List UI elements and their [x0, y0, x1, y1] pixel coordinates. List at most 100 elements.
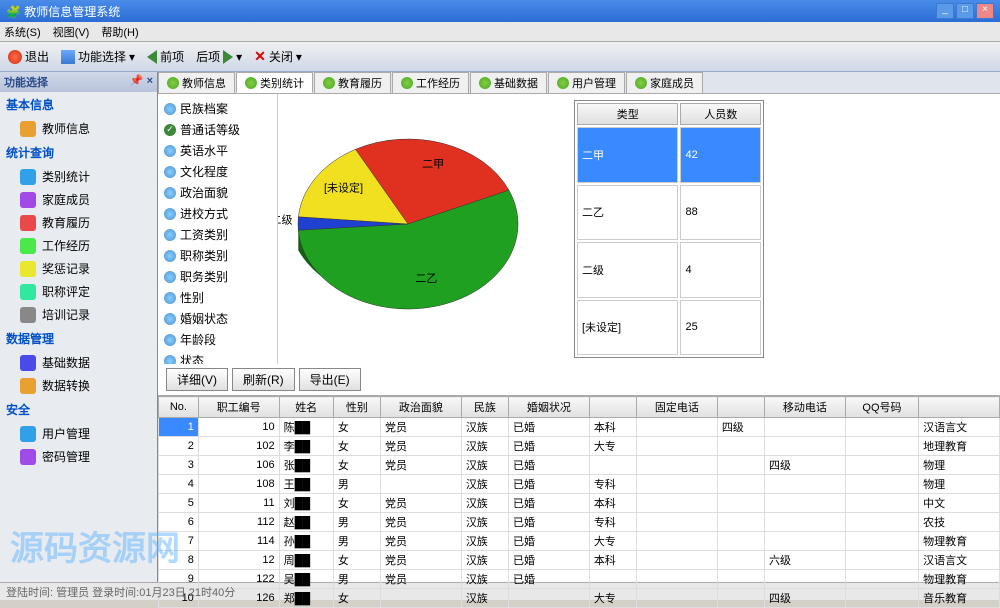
tab-icon	[635, 77, 647, 89]
nav-item[interactable]: 家庭成员	[0, 188, 157, 211]
export-button[interactable]: 导出(E)	[299, 368, 361, 391]
nav-icon	[20, 378, 36, 394]
svg-text:二乙: 二乙	[415, 272, 437, 285]
category-item[interactable]: 政治面貌	[162, 182, 273, 203]
nav-item[interactable]: 职称评定	[0, 280, 157, 303]
section-basic: 基本信息	[0, 92, 157, 117]
column-header[interactable]: QQ号码	[845, 397, 918, 418]
table-row[interactable]: 7114孙██男党员汉族已婚大专物理教育	[159, 532, 1000, 551]
table-row[interactable]: 10126郑██女汉族大专四级音乐教育	[159, 589, 1000, 608]
nav-item[interactable]: 数据转换	[0, 374, 157, 397]
column-header[interactable]: 民族	[461, 397, 508, 418]
table-row[interactable]: 511刘██女党员汉族已婚本科中文	[159, 494, 1000, 513]
category-item[interactable]: 性别	[162, 287, 273, 308]
forward-button[interactable]: 后项▾	[192, 46, 246, 67]
category-item[interactable]: ✓普通话等级	[162, 119, 273, 140]
refresh-button[interactable]: 刷新(R)	[232, 368, 295, 391]
column-header[interactable]: 职工编号	[198, 397, 279, 418]
table-row[interactable]: 6112赵██男党员汉族已婚专科农技	[159, 513, 1000, 532]
maximize-button[interactable]: □	[956, 3, 974, 19]
close-icon: ✕	[254, 48, 266, 65]
tab[interactable]: 用户管理	[548, 72, 625, 93]
category-item[interactable]: 工资类别	[162, 224, 273, 245]
nav-icon	[20, 426, 36, 442]
function-select-button[interactable]: 功能选择▾	[57, 46, 139, 67]
bullet-icon	[164, 334, 176, 346]
svg-text:二甲: 二甲	[422, 159, 444, 171]
tab-icon	[401, 77, 413, 89]
tab[interactable]: 家庭成员	[626, 72, 703, 93]
nav-item[interactable]: 培训记录	[0, 303, 157, 326]
sidebar: 功能选择📌 × 基本信息教师信息统计查询类别统计家庭成员教育履历工作经历奖惩记录…	[0, 72, 158, 582]
section-data: 数据管理	[0, 326, 157, 351]
data-grid[interactable]: No.职工编号姓名性别政治面貌民族婚姻状况 固定电话 移动电话QQ号码 110陈██…	[158, 395, 1000, 608]
close-window-button[interactable]: ×	[976, 3, 994, 19]
bullet-icon	[164, 208, 176, 220]
category-item[interactable]: 英语水平	[162, 140, 273, 161]
column-header[interactable]: 固定电话	[637, 397, 718, 418]
close-button[interactable]: ✕关闭▾	[250, 46, 306, 67]
nav-item[interactable]: 教师信息	[0, 117, 157, 140]
category-item[interactable]: 年龄段	[162, 329, 273, 350]
nav-item[interactable]: 教育履历	[0, 211, 157, 234]
category-item[interactable]: 进校方式	[162, 203, 273, 224]
category-item[interactable]: 职称类别	[162, 245, 273, 266]
category-item[interactable]: 状态	[162, 350, 273, 364]
nav-item[interactable]: 奖惩记录	[0, 257, 157, 280]
summary-row[interactable]: 二乙88	[577, 185, 761, 241]
table-row[interactable]: 9122吴██男党员汉族已婚物理教育	[159, 570, 1000, 589]
tab-icon	[557, 77, 569, 89]
summary-row[interactable]: 二甲42	[577, 127, 761, 183]
tab[interactable]: 教师信息	[158, 72, 235, 93]
table-row[interactable]: 110陈██女党员汉族已婚本科四级汉语言文	[159, 418, 1000, 437]
bullet-icon	[164, 250, 176, 262]
tab-icon	[167, 77, 179, 89]
tab[interactable]: 基础数据	[470, 72, 547, 93]
chevron-down-icon: ▾	[129, 50, 135, 64]
category-list: 民族档案✓普通话等级英语水平文化程度政治面貌进校方式工资类别职称类别职务类别性别…	[158, 94, 278, 364]
nav-item[interactable]: 类别统计	[0, 165, 157, 188]
category-item[interactable]: 文化程度	[162, 161, 273, 182]
bullet-icon	[164, 166, 176, 178]
bullet-icon	[164, 313, 176, 325]
tab[interactable]: 教育履历	[314, 72, 391, 93]
column-header[interactable]: 政治面貌	[381, 397, 462, 418]
column-header[interactable]: 移动电话	[765, 397, 846, 418]
column-header[interactable]	[919, 397, 1000, 418]
column-header[interactable]	[589, 397, 636, 418]
minimize-button[interactable]: _	[936, 3, 954, 19]
column-header[interactable]: No.	[159, 397, 199, 418]
menu-help[interactable]: 帮助(H)	[101, 24, 138, 39]
nav-item[interactable]: 密码管理	[0, 445, 157, 468]
table-row[interactable]: 4108王██男汉族已婚专科物理	[159, 475, 1000, 494]
pin-icon[interactable]: 📌 ×	[130, 74, 153, 90]
category-item[interactable]: 民族档案	[162, 98, 273, 119]
menu-view[interactable]: 视图(V)	[53, 24, 90, 39]
column-header[interactable]	[717, 397, 764, 418]
summary-row[interactable]: [未设定]25	[577, 300, 761, 356]
tab[interactable]: 工作经历	[392, 72, 469, 93]
category-item[interactable]: 婚姻状态	[162, 308, 273, 329]
nav-item[interactable]: 基础数据	[0, 351, 157, 374]
nav-item[interactable]: 用户管理	[0, 422, 157, 445]
back-button[interactable]: 前项	[143, 46, 188, 67]
tab[interactable]: 类别统计	[236, 72, 313, 93]
arrow-right-icon	[223, 50, 233, 64]
bullet-icon	[164, 271, 176, 283]
exit-button[interactable]: 退出	[4, 46, 53, 67]
category-item[interactable]: 职务类别	[162, 266, 273, 287]
summary-row[interactable]: 二级4	[577, 242, 761, 298]
column-header[interactable]: 姓名	[279, 397, 333, 418]
column-header[interactable]: 婚姻状况	[509, 397, 590, 418]
table-row[interactable]: 2102李██女党员汉族已婚大专地理教育	[159, 437, 1000, 456]
menu-system[interactable]: 系统(S)	[4, 24, 41, 39]
exit-icon	[8, 50, 22, 64]
nav-item[interactable]: 工作经历	[0, 234, 157, 257]
nav-icon	[20, 284, 36, 300]
column-header[interactable]: 性别	[333, 397, 380, 418]
table-row[interactable]: 812周██女党员汉族已婚本科六级汉语言文	[159, 551, 1000, 570]
app-icon: 🧩 教师信息管理系统	[6, 3, 120, 20]
detail-button[interactable]: 详细(V)	[166, 368, 228, 391]
bullet-icon	[164, 355, 176, 365]
table-row[interactable]: 3106张██女党员汉族已婚四级物理	[159, 456, 1000, 475]
